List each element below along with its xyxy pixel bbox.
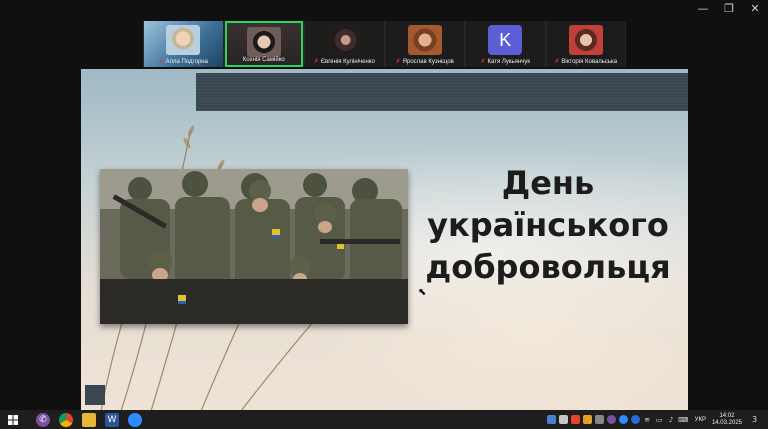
volume-icon[interactable]: ♪	[667, 415, 676, 424]
tray-app-icon[interactable]	[630, 415, 640, 424]
zoom-tray-icon[interactable]	[618, 415, 628, 424]
close-button[interactable]: ✕	[742, 0, 768, 16]
participant-tile[interactable]: ✗ Алла Подгорна	[144, 21, 223, 67]
participant-name-row: ✗ Євгенія Кулініченко	[305, 58, 384, 66]
taskbar-clock[interactable]: 14:02 14.03.2025	[712, 413, 742, 427]
soldiers-photo-illustration	[100, 169, 408, 324]
participant-face	[407, 25, 442, 55]
chrome-icon[interactable]	[59, 412, 73, 427]
shared-screen-slide: День українського добровольця	[81, 69, 688, 411]
clock-time: 14:02	[719, 412, 735, 419]
soldiers-photo	[100, 169, 408, 324]
slide-title-line: День	[501, 164, 595, 202]
participant-tile[interactable]: ✗ Євгенія Кулініченко	[305, 21, 384, 67]
keyboard-icon[interactable]: ⌨	[678, 415, 688, 424]
participants-strip: ✗ Алла Подгорна Ксенія Самійко ✗ Євгенія…	[143, 21, 626, 67]
participant-face	[327, 25, 362, 55]
participant-name-row: ✗ Алла Подгорна	[144, 58, 223, 66]
participant-face	[166, 25, 201, 55]
participant-tile-active-speaker[interactable]: Ксенія Самійко	[224, 21, 304, 67]
participant-tile[interactable]: K ✗ Катя Лукьянчук	[466, 21, 545, 67]
participant-name: Вікторія Ковальська	[561, 59, 618, 65]
participant-name: Ярослав Кузнєцов	[402, 59, 454, 65]
muted-mic-icon: ✗	[395, 58, 401, 65]
participant-tile[interactable]: ✗ Ярослав Кузнєцов	[385, 21, 465, 67]
input-language[interactable]: УКР	[695, 417, 706, 423]
participant-name-row: ✗ Вікторія Ковальська	[547, 58, 626, 66]
participant-name: Алла Подгорна	[165, 59, 208, 65]
windows-start-icon[interactable]	[6, 413, 20, 427]
participant-face	[246, 27, 281, 57]
tray-app-icon[interactable]	[570, 415, 580, 424]
viber-tray-icon[interactable]	[606, 415, 616, 424]
participant-name-row: ✗ Катя Лукьянчук	[466, 58, 545, 66]
mouse-cursor-icon: ⬉	[418, 287, 427, 298]
muted-mic-icon: ✗	[158, 58, 164, 65]
participant-face	[568, 25, 603, 55]
wifi-icon[interactable]: ≋	[643, 415, 652, 424]
participant-tile[interactable]: ✗ Вікторія Ковальська	[546, 21, 626, 67]
muted-mic-icon: ✗	[480, 58, 486, 65]
participant-name: Євгенія Кулініченко	[320, 59, 375, 65]
window-controls: — ❐ ✕	[690, 0, 768, 16]
word-icon[interactable]: W	[105, 412, 119, 427]
slide-title-line: українського	[427, 206, 669, 244]
slide-header-band	[196, 73, 688, 111]
slide-title-line: добровольця	[425, 248, 671, 286]
zoom-icon[interactable]	[128, 412, 142, 427]
participant-name-row: ✗ Ярослав Кузнєцов	[386, 58, 465, 66]
system-tray: ≋ ▭ ♪ ⌨ УКР 14:02 14.03.2025 3	[546, 410, 768, 429]
muted-mic-icon: ✗	[554, 58, 560, 65]
participant-avatar: K	[488, 25, 523, 55]
tray-app-icon[interactable]	[558, 415, 568, 424]
participant-name-row: Ксенія Самійко	[227, 56, 302, 64]
minimize-button[interactable]: —	[690, 0, 716, 16]
slide-corner-square	[85, 385, 105, 405]
viber-icon[interactable]: ✆	[36, 412, 50, 427]
battery-icon[interactable]: ▭	[655, 415, 664, 424]
participant-name: Ксенія Самійко	[242, 57, 285, 63]
notification-center-icon[interactable]: 3	[752, 415, 762, 425]
slide-title: День українського добровольця	[417, 162, 679, 288]
file-explorer-icon[interactable]	[82, 412, 96, 427]
tray-app-icon[interactable]	[582, 415, 592, 424]
tray-app-icon[interactable]	[594, 415, 604, 424]
notification-count: 3	[752, 414, 758, 424]
windows-taskbar: ✆ W ≋ ▭ ♪ ⌨ УКР 14:02 14.03.2025 3	[0, 410, 768, 429]
muted-mic-icon: ✗	[313, 58, 319, 65]
tray-app-icon[interactable]	[546, 415, 556, 424]
participant-name: Катя Лукьянчук	[487, 59, 530, 65]
clock-date: 14.03.2025	[711, 419, 742, 426]
restore-button[interactable]: ❐	[716, 0, 742, 16]
